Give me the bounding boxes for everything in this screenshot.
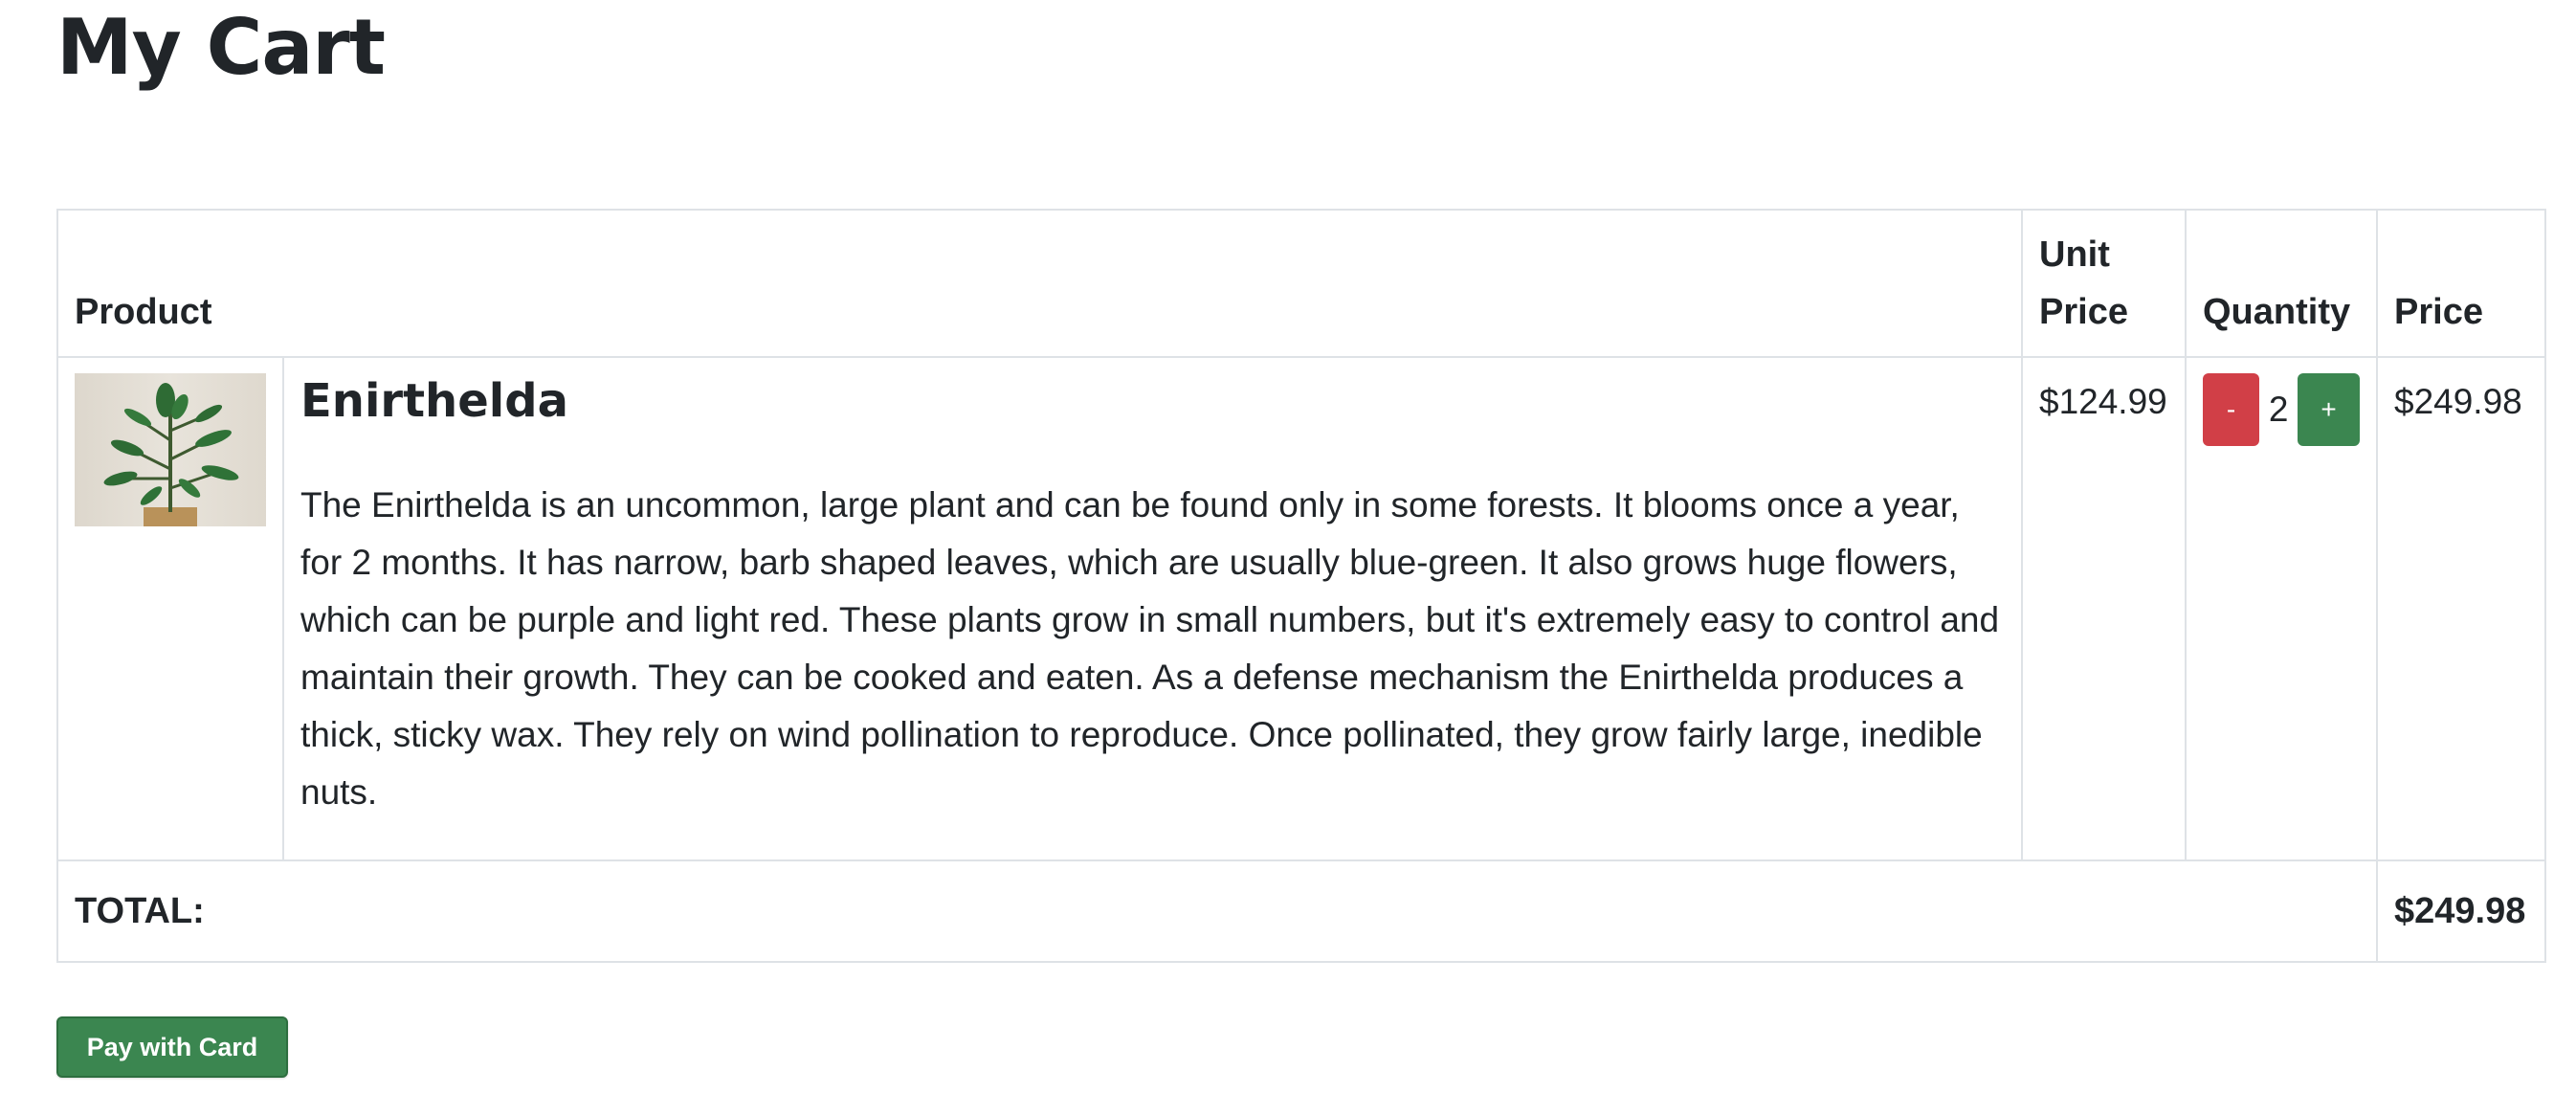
line-price-cell: $249.98 (2376, 356, 2546, 861)
quantity-stepper: - 2 + (2203, 373, 2360, 446)
total-amount: $249.98 (2376, 859, 2546, 963)
table-row: Enirthelda The Enirthelda is an uncommon… (56, 356, 2546, 861)
header-price: Price (2376, 209, 2546, 358)
page-title: My Cart (56, 3, 386, 92)
unit-price-cell: $124.99 (2021, 356, 2187, 861)
table-header-row: Product Unit Price Quantity Price (56, 209, 2546, 358)
increment-quantity-button[interactable]: + (2298, 373, 2360, 446)
decrement-quantity-button[interactable]: - (2203, 373, 2260, 446)
cart-page: My Cart Product Unit Price Quantity Pric… (56, 0, 2546, 1078)
product-image-cell (56, 356, 284, 861)
header-unit-price: Unit Price (2021, 209, 2187, 358)
total-row: TOTAL: $249.98 (56, 859, 2546, 963)
quantity-cell: - 2 + (2185, 356, 2378, 861)
header-product: Product (56, 209, 2023, 358)
product-name: Enirthelda (300, 374, 568, 428)
quantity-value: 2 (2268, 390, 2289, 429)
pay-with-card-button[interactable]: Pay with Card (56, 1016, 288, 1078)
total-label: TOTAL: (56, 859, 2378, 963)
plant-thumbnail-icon (75, 373, 266, 526)
product-description: The Enirthelda is an uncommon, large pla… (300, 485, 2000, 812)
cart-table: Product Unit Price Quantity Price Enirth… (56, 209, 2546, 963)
header-quantity: Quantity (2185, 209, 2378, 358)
product-details-cell: Enirthelda The Enirthelda is an uncommon… (282, 356, 2023, 861)
